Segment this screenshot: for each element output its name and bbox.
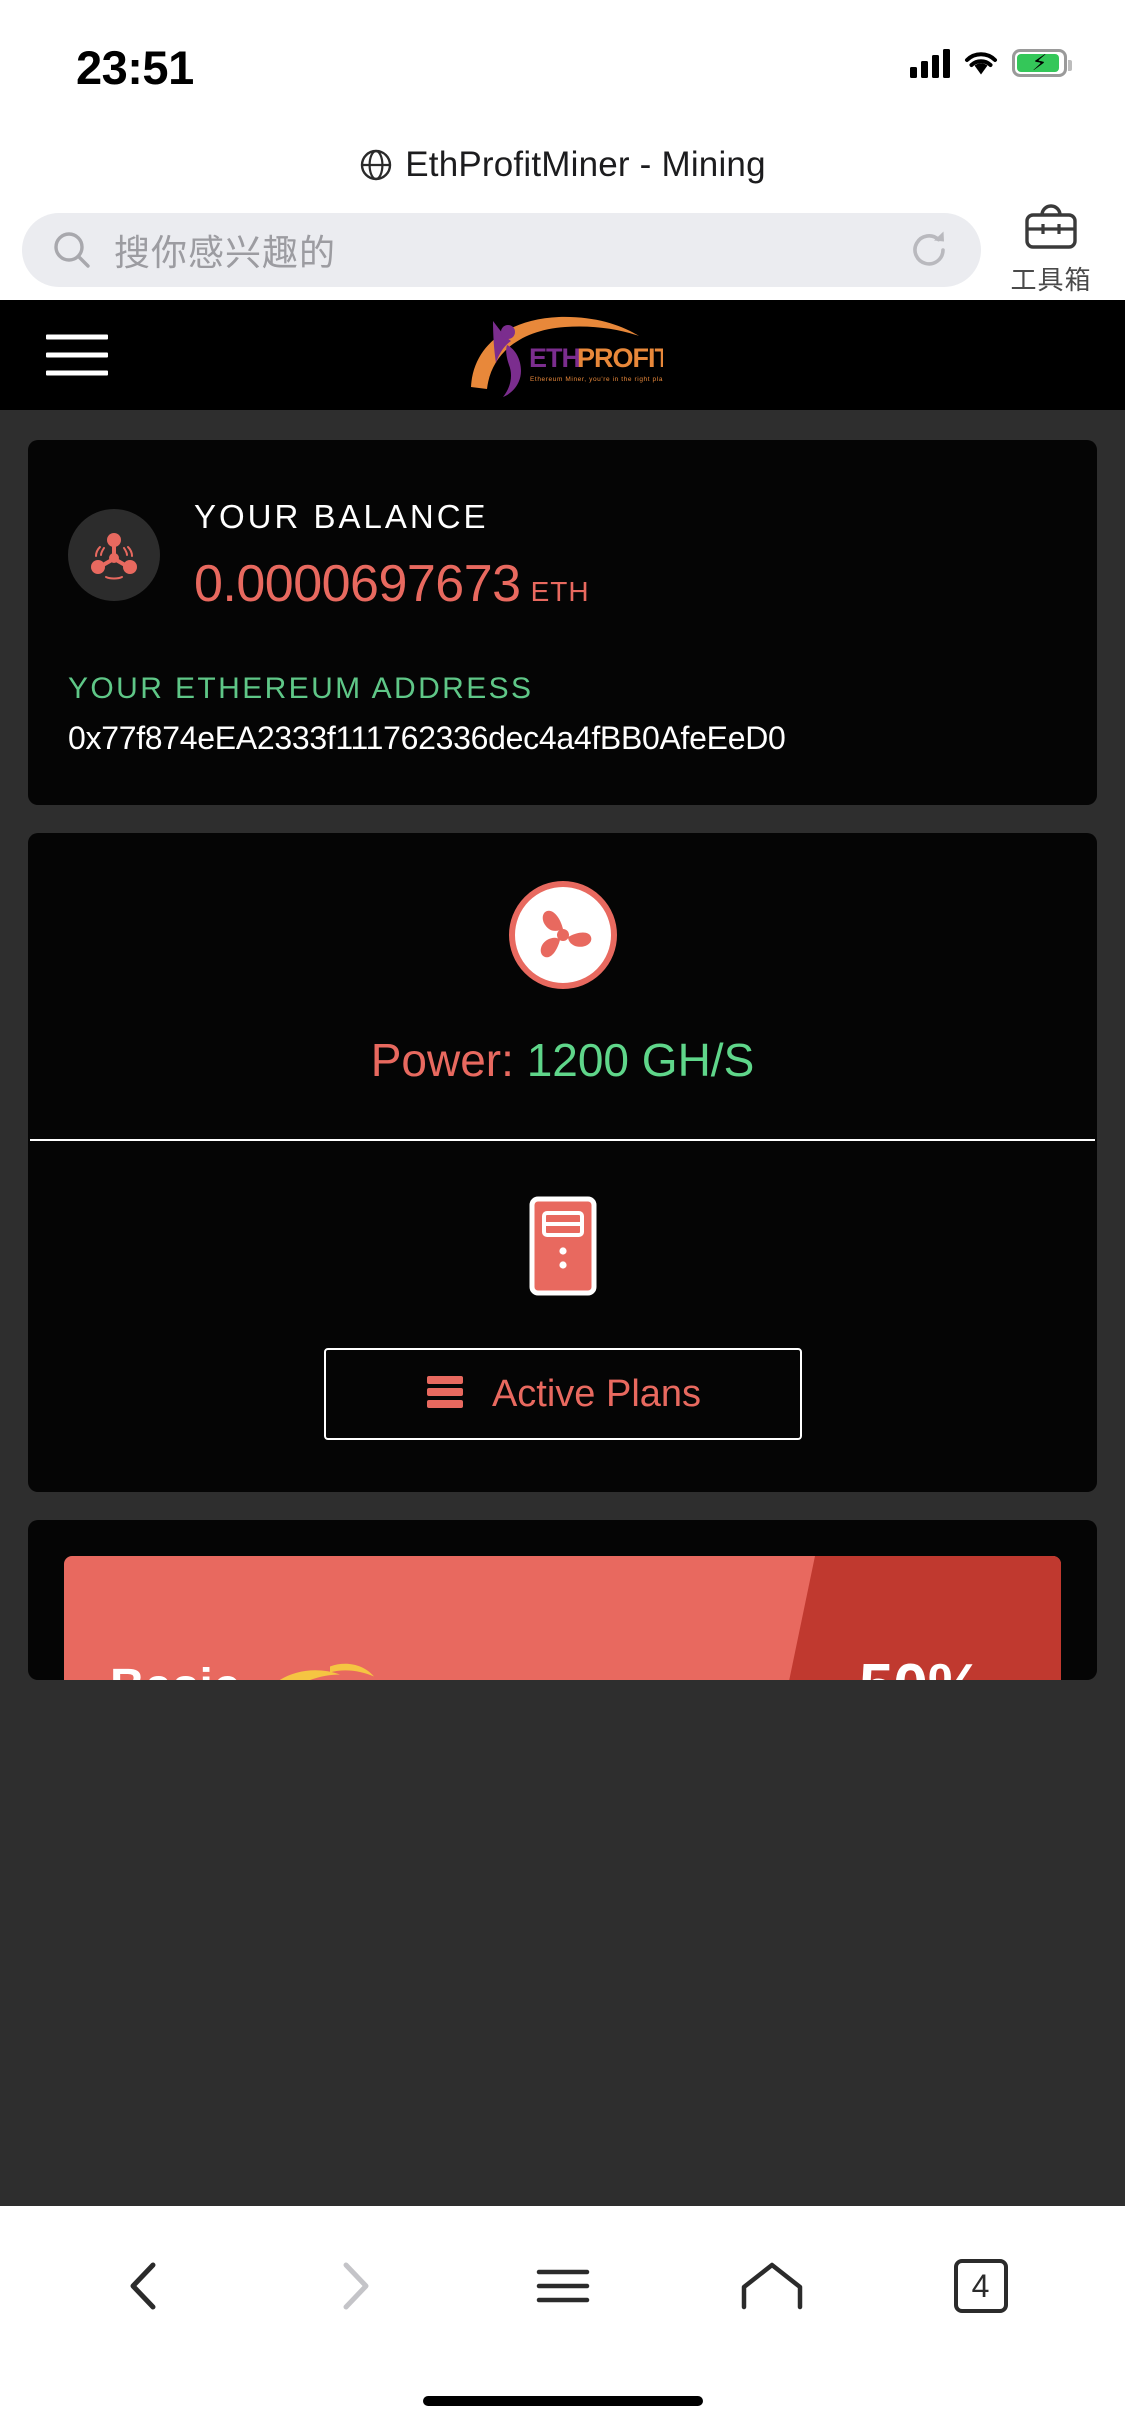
promo-discount: 50% <box>859 1651 983 1681</box>
refresh-icon[interactable] <box>903 224 955 276</box>
highlight-swoosh-icon <box>260 1649 380 1680</box>
toolbox-label: 工具箱 <box>1010 265 1092 295</box>
active-plans-label: Active Plans <box>491 1372 702 1415</box>
globe-icon <box>359 148 393 182</box>
home-indicator[interactable] <box>422 2396 703 2406</box>
active-plans-button[interactable]: Active Plans <box>323 1348 802 1440</box>
svg-text:PROFIT: PROFIT <box>577 343 663 373</box>
list-menu-icon <box>536 2269 589 2303</box>
mining-rig-icon <box>520 1189 606 1304</box>
battery-charging-icon: ⚡ <box>1012 49 1072 77</box>
chevron-left-icon <box>130 2262 155 2310</box>
server-stack-icon <box>424 1374 466 1415</box>
chevron-right-icon <box>343 2262 368 2310</box>
balance-value: 0.0000697673 <box>194 555 521 613</box>
promo-plan-name: Basic <box>110 1659 241 1681</box>
tab-count: 4 <box>953 2259 1008 2313</box>
ethereum-address-value[interactable]: 0x77f874eEA2333f111762336dec4a4fBB0AfeEe… <box>68 720 1057 757</box>
browser-page-title-bar: EthProfitMiner - Mining <box>0 130 1125 200</box>
cooling-fan-icon <box>508 881 617 989</box>
cellular-signal-icon <box>910 48 950 78</box>
balance-unit: ETH <box>530 576 590 607</box>
power-card: Power: 1200 GH/S Active Plans <box>28 833 1097 1492</box>
balance-card: YOUR BALANCE 0.0000697673 ETH YOUR ETHER… <box>28 440 1097 805</box>
power-value: 1200 GH/S <box>526 1034 755 1086</box>
balance-label: YOUR BALANCE <box>194 498 489 535</box>
search-input[interactable]: 搜你感兴趣的 <box>22 213 981 287</box>
status-indicators: ⚡ <box>910 48 1072 78</box>
wifi-icon <box>965 52 997 75</box>
hamburger-menu-icon[interactable] <box>46 334 108 376</box>
svg-text:ETH: ETH <box>529 343 580 373</box>
home-icon <box>741 2262 802 2310</box>
ethprofit-logo[interactable]: ETH PROFIT Ethereum Miner, you're in the… <box>463 305 672 405</box>
status-bar: 23:51 ⚡ <box>0 0 1125 130</box>
mining-node-icon <box>68 509 160 601</box>
status-time: 23:51 <box>76 41 194 94</box>
forward-button[interactable] <box>299 2231 409 2341</box>
briefcase-icon <box>1023 201 1079 256</box>
home-indicator-area <box>0 2366 1125 2436</box>
search-placeholder: 搜你感兴趣的 <box>114 232 337 273</box>
home-button[interactable] <box>717 2231 827 2341</box>
ethereum-address-label: YOUR ETHEREUM ADDRESS <box>68 672 534 705</box>
browser-bottom-nav: 4 <box>0 2206 1125 2366</box>
page-content: YOUR BALANCE 0.0000697673 ETH YOUR ETHER… <box>0 410 1125 2206</box>
toolbox-button[interactable]: 工具箱 <box>999 201 1103 299</box>
svg-text:Ethereum Miner, you're in the: Ethereum Miner, you're in the right plac… <box>530 376 663 383</box>
site-header: ETH PROFIT Ethereum Miner, you're in the… <box>0 300 1125 410</box>
tabs-button[interactable]: 4 <box>926 2231 1036 2341</box>
browser-search-row: 搜你感兴趣的 工具箱 <box>0 200 1125 300</box>
phone-screen: 23:51 ⚡ EthProfitMiner - Mining 搜你感兴趣的 工… <box>0 0 1125 2436</box>
promo-card[interactable]: Basic 50% <box>28 1520 1097 1680</box>
page-title: EthProfitMiner - Mining <box>405 145 766 184</box>
back-button[interactable] <box>90 2231 200 2341</box>
search-icon <box>50 228 94 272</box>
browser-menu-button[interactable] <box>508 2231 618 2341</box>
power-label: Power: <box>370 1034 514 1086</box>
